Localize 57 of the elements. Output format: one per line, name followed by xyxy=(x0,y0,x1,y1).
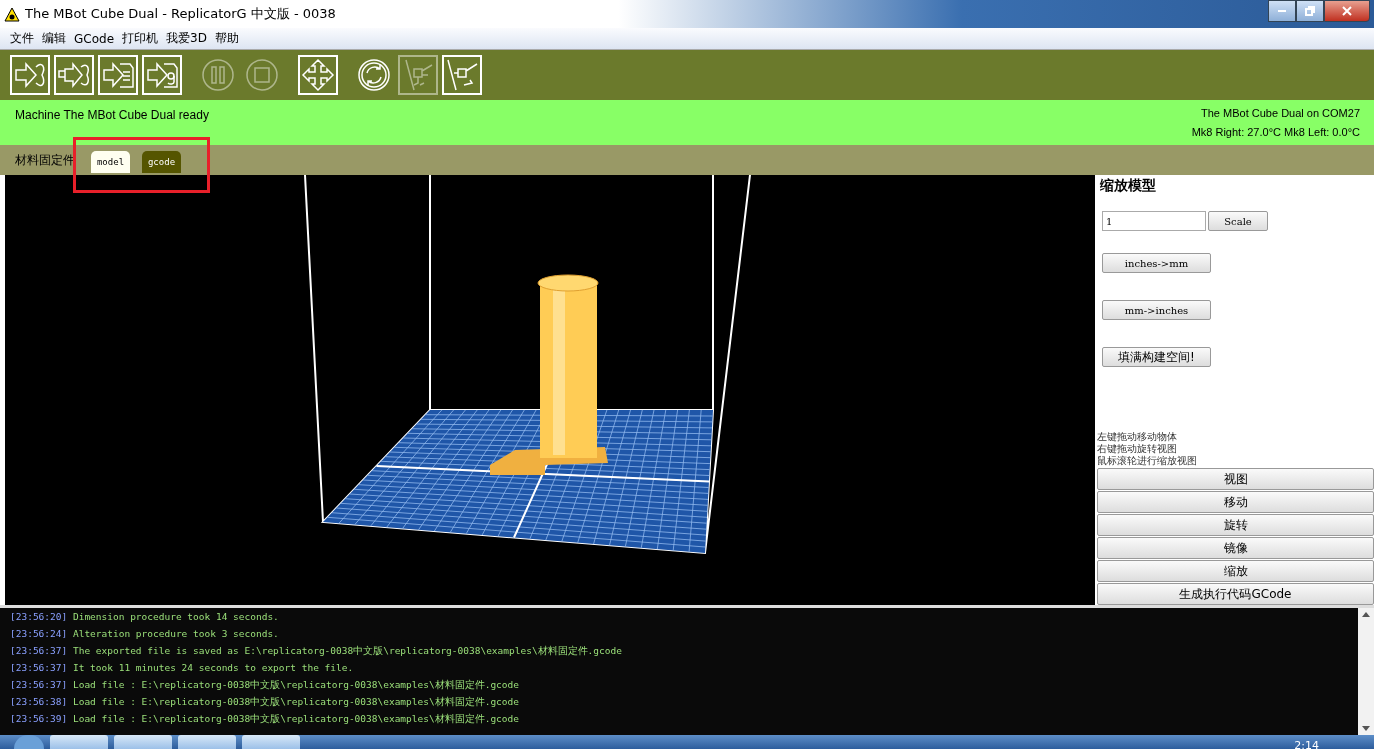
connection-status: The MBot Cube Dual on COM27 xyxy=(1201,107,1360,119)
section-button[interactable]: 旋转 xyxy=(1097,514,1374,536)
log-message: Dimension procedure took 14 seconds. xyxy=(72,611,279,622)
minimize-icon xyxy=(1276,9,1288,13)
hint-text: 右键拖动旋转视图 xyxy=(1097,443,1178,455)
log-message: The exported file is saved as E:\replicatorg-0038中文版\replicatorg-0038\examples\材料固定件.gcode xyxy=(72,645,622,656)
menu-item[interactable]: GCode xyxy=(70,31,119,46)
menu-item[interactable]: 帮助 xyxy=(210,30,243,47)
restore-button[interactable] xyxy=(1296,0,1324,22)
start-button[interactable] xyxy=(14,735,44,749)
convert-button[interactable]: mm->inches xyxy=(1102,300,1211,320)
section-button[interactable]: 视图 xyxy=(1097,468,1374,490)
four-way-arrow-icon[interactable] xyxy=(298,55,338,95)
log-message: It took 11 minutes 24 seconds to export the file. xyxy=(72,662,354,673)
close-icon xyxy=(1341,5,1353,17)
log-timestamp: [23:56:39] xyxy=(10,713,68,724)
arrow-document-icon[interactable] xyxy=(98,55,138,95)
hint-text: 鼠标滚轮进行缩放视图 xyxy=(1097,455,1198,467)
log-message: Load file : E:\replicatorg-0038中文版\replicatorg-0038\examples\材料固定件.gcode xyxy=(72,679,519,690)
section-button[interactable]: 镜像 xyxy=(1097,537,1374,559)
menu-item[interactable]: 打印机 xyxy=(118,30,163,47)
log-message: Alteration procedure took 3 seconds. xyxy=(72,628,279,639)
log-timestamp: [23:56:37] xyxy=(10,662,68,673)
log-timestamp: [23:56:24] xyxy=(10,628,68,639)
log-timestamp: [23:56:37] xyxy=(10,645,68,656)
convert-button[interactable]: inches->mm xyxy=(1102,253,1211,273)
scale-input[interactable]: 1 xyxy=(1102,211,1206,231)
close-button[interactable] xyxy=(1324,0,1370,22)
log-timestamp: [23:56:20] xyxy=(10,611,68,622)
restore-icon xyxy=(1304,5,1316,17)
temperature-readout: Mk8 Right: 27.0°C Mk8 Left: 0.0°C xyxy=(1191,126,1360,138)
section-button[interactable]: 生成执行代码GCode xyxy=(1097,583,1374,605)
arrow-document-icon[interactable] xyxy=(142,55,182,95)
scrollbar[interactable] xyxy=(1358,608,1374,735)
panel-title: 缩放模型 xyxy=(1100,177,1157,195)
log-timestamp: [23:56:38] xyxy=(10,696,68,707)
window-title: The MBot Cube Dual - ReplicatorG 中文版 - 0038 xyxy=(25,5,337,23)
scale-button[interactable]: Scale xyxy=(1208,211,1268,231)
section-button[interactable]: 移动 xyxy=(1097,491,1374,513)
scroll-up-icon[interactable] xyxy=(1362,612,1370,617)
log-timestamp: [23:56:37] xyxy=(10,679,68,690)
minimize-button[interactable] xyxy=(1268,0,1296,22)
clock: 2:14 xyxy=(1294,739,1319,749)
log-message: Load file : E:\replicatorg-0038中文版\replicatorg-0038\examples\材料固定件.gcode xyxy=(72,696,519,707)
menu-item[interactable]: 我爱3D xyxy=(162,30,211,47)
status-message: Machine The MBot Cube Dual ready xyxy=(15,107,209,124)
plug-icon[interactable] xyxy=(442,55,482,95)
scroll-down-icon[interactable] xyxy=(1362,726,1370,731)
warning-icon xyxy=(4,6,20,22)
section-button[interactable]: 缩放 xyxy=(1097,560,1374,582)
hint-text: 左键拖动移动物体 xyxy=(1097,431,1178,443)
log-message: Load file : E:\replicatorg-0038中文版\replicatorg-0038\examples\材料固定件.gcode xyxy=(72,713,519,724)
view-tab[interactable]: model xyxy=(91,151,130,173)
menu-item[interactable]: 文件 xyxy=(6,30,38,47)
convert-button[interactable]: 填满构建空间! xyxy=(1102,347,1211,367)
menu-item[interactable]: 编辑 xyxy=(38,30,70,47)
view-tab[interactable]: gcode xyxy=(142,151,181,173)
